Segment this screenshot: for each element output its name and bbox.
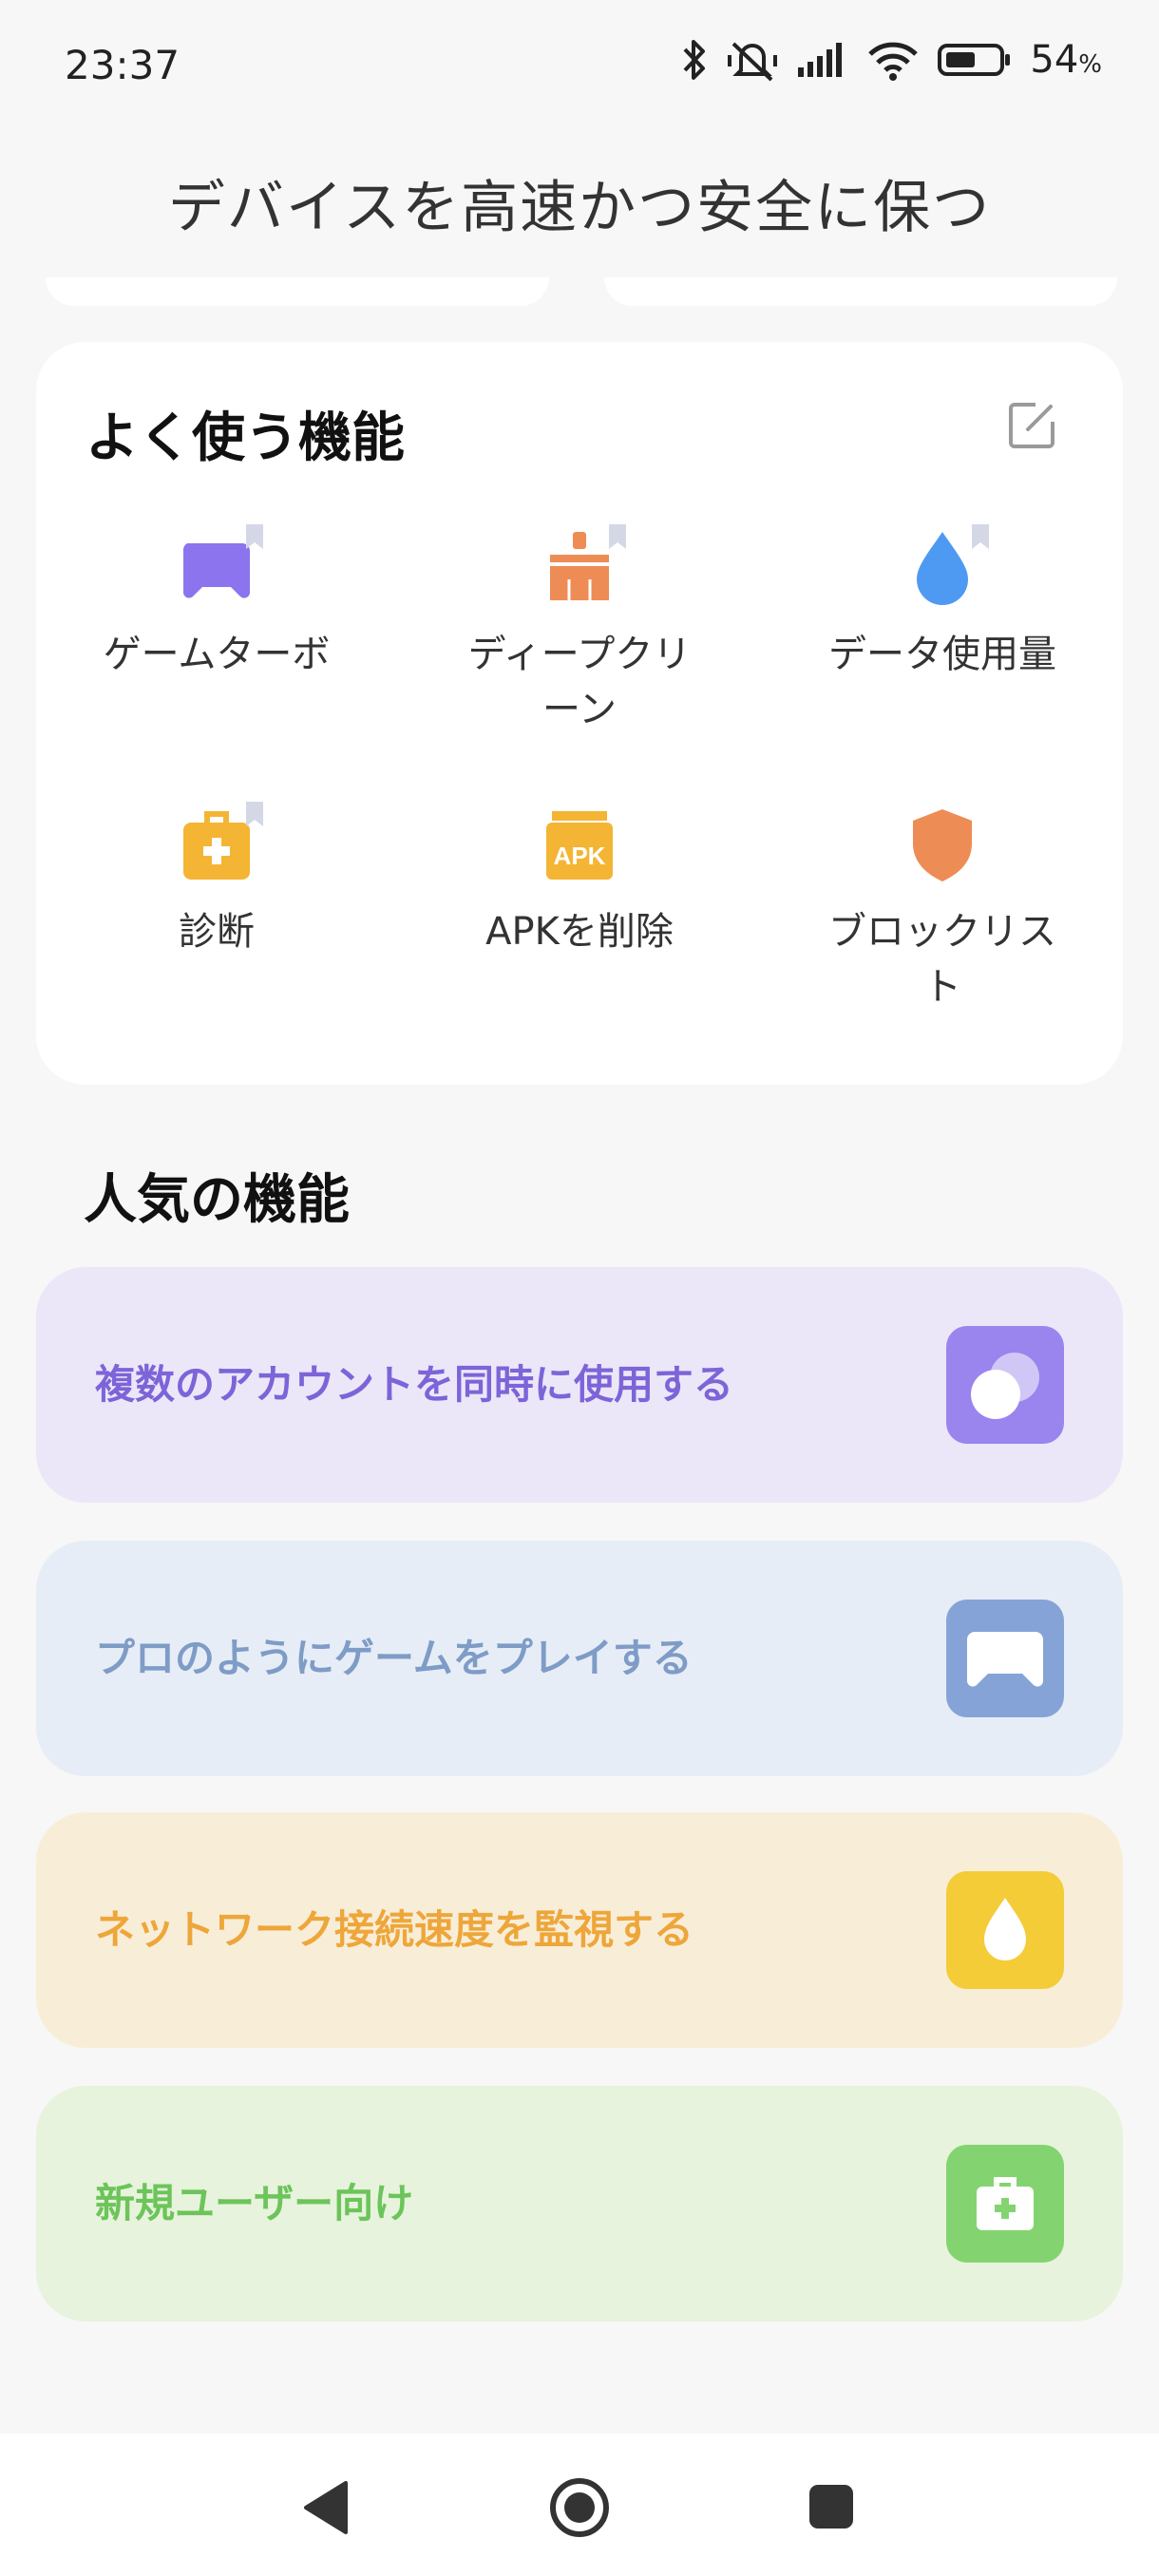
promo-new-users[interactable]: 新規ユーザー向け [36, 2086, 1123, 2321]
bookmark-flag-icon [246, 524, 263, 549]
promo-tile [946, 1871, 1064, 1989]
vibrate-off-icon [728, 42, 778, 82]
bookmark-flag-icon [246, 802, 263, 826]
tool-label: ディープクリーン [467, 633, 692, 731]
recents-button[interactable] [808, 2483, 855, 2530]
battery-percent: 54% [1030, 38, 1102, 82]
promo-label: 新規ユーザー向け [95, 2180, 414, 2226]
navigation-bar [0, 2434, 1159, 2576]
promo-tile [946, 1326, 1064, 1444]
tool-deep-clean[interactable]: ディープクリーン [399, 524, 760, 737]
tool-data-usage[interactable]: データ使用量 [762, 524, 1123, 682]
page-title: デバイスを高速かつ安全に保つ [167, 175, 992, 241]
scrolled-card-peek-right [604, 277, 1117, 306]
promo-dual-apps[interactable]: 複数のアカウントを同時に使用する [36, 1267, 1123, 1503]
tool-label: ゲームターボ [103, 633, 331, 676]
apk-icon-text: APK [554, 842, 606, 870]
clock: 23:37 [65, 42, 180, 88]
tool-game-turbo[interactable]: ゲームターボ [36, 524, 397, 682]
status-bar: 23:37 54% [0, 0, 1159, 133]
dual-apps-icon [971, 1353, 1039, 1419]
promo-tile [946, 2145, 1064, 2263]
tool-delete-apk[interactable]: APK APKを削除 [399, 802, 760, 959]
bluetooth-icon [683, 40, 706, 80]
promo-label: プロのようにゲームをプレイする [95, 1635, 693, 1681]
gamepad-icon [967, 1632, 1043, 1687]
promo-game-pro[interactable]: プロのようにゲームをプレイする [36, 1541, 1123, 1776]
shield-icon [913, 809, 972, 881]
tool-label: ブロックリスト [828, 910, 1056, 1009]
tool-label: データ使用量 [828, 633, 1056, 676]
promo-network-speed[interactable]: ネットワーク接続速度を監視する [36, 1812, 1123, 2048]
bookmark-flag-icon [609, 524, 626, 549]
frequent-features-card: よく使う機能 ゲームターボ ディープクリーン データ使用量 診断 APK APK… [36, 342, 1123, 1085]
tool-diagnosis[interactable]: 診断 [36, 802, 397, 959]
frequent-features-title: よく使う機能 [86, 407, 405, 469]
promo-label: 複数のアカウントを同時に使用する [95, 1361, 734, 1408]
home-button[interactable] [547, 2475, 612, 2540]
scrolled-card-peek-left [46, 277, 549, 306]
first-aid-kit-icon [977, 2177, 1034, 2230]
bookmark-flag-icon [972, 524, 989, 549]
signal-icon [798, 43, 843, 77]
wifi-icon [868, 42, 919, 81]
tool-label: APKを削除 [485, 910, 674, 954]
water-drop-icon [984, 1898, 1026, 1960]
promo-tile [946, 1600, 1064, 1717]
back-button[interactable] [302, 2479, 350, 2536]
apk-box-icon: APK [546, 811, 613, 880]
promo-label: ネットワーク接続速度を監視する [95, 1906, 694, 1953]
battery-icon [938, 44, 1011, 76]
edit-icon[interactable] [1007, 399, 1058, 450]
status-icons: 54% [680, 38, 1102, 82]
tool-blocklist[interactable]: ブロックリスト [762, 802, 1123, 1014]
tool-label: 診断 [179, 910, 255, 954]
popular-features-title: 人気の機能 [84, 1169, 350, 1231]
